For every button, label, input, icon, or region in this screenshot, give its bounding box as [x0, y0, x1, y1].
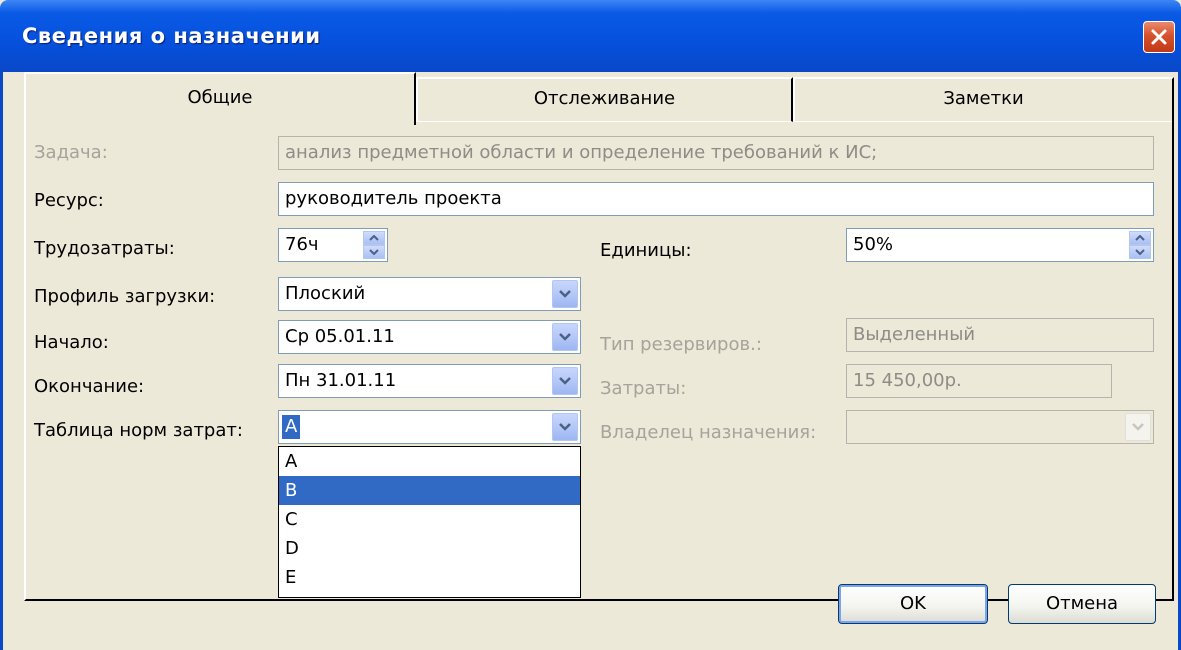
- dropdown-option-a[interactable]: A: [279, 447, 580, 476]
- chevron-down-icon: [559, 423, 571, 431]
- contour-select[interactable]: Плоский: [278, 277, 581, 311]
- dropdown-option-e[interactable]: E: [279, 563, 580, 592]
- owner-select: [846, 410, 1154, 444]
- cost-rate-table-select[interactable]: A: [278, 410, 581, 444]
- units-stepper[interactable]: 50%: [846, 228, 1154, 262]
- owner-label: Владелец назначения:: [600, 422, 817, 443]
- ok-button[interactable]: OK: [838, 584, 988, 624]
- chevron-down-icon: [559, 333, 571, 341]
- work-value: 76ч: [285, 234, 319, 255]
- units-value: 50%: [853, 234, 894, 255]
- contour-value: Плоский: [285, 283, 366, 304]
- cost-field: 15 450,00р.: [846, 364, 1112, 398]
- cost-rate-table-value: A: [282, 415, 301, 439]
- cost-rate-table-label: Таблица норм затрат:: [34, 420, 243, 441]
- task-field: анализ предметной области и определение …: [278, 136, 1154, 170]
- tab-general[interactable]: Общие: [24, 72, 416, 125]
- resource-field[interactable]: руководитель проекта: [278, 182, 1154, 216]
- spin-up-icon[interactable]: [1129, 231, 1151, 245]
- start-date-select[interactable]: Ср 05.01.11: [278, 320, 581, 354]
- cancel-button[interactable]: Отмена: [1008, 584, 1156, 624]
- units-spin-buttons[interactable]: [1129, 231, 1151, 259]
- finish-value: Пн 31.01.11: [285, 370, 397, 391]
- contour-label: Профиль загрузки:: [34, 286, 216, 307]
- tab-notes[interactable]: Заметки: [793, 77, 1174, 122]
- tab-tracking[interactable]: Отслеживание: [416, 77, 793, 122]
- units-label: Единицы:: [600, 240, 692, 261]
- cost-rate-table-dropdown-button[interactable]: [552, 413, 578, 441]
- start-label: Начало:: [34, 332, 109, 353]
- finish-date-select[interactable]: Пн 31.01.11: [278, 364, 581, 398]
- chevron-down-icon: [559, 290, 571, 298]
- task-label: Задача:: [34, 142, 108, 163]
- booking-type-field: Выделенный: [846, 318, 1154, 352]
- owner-dropdown-button: [1125, 413, 1151, 441]
- close-icon: [1151, 29, 1167, 45]
- dropdown-option-c[interactable]: C: [279, 505, 580, 534]
- dropdown-option-b[interactable]: B: [279, 476, 580, 505]
- title-bar: Сведения о назначении: [0, 0, 1181, 72]
- work-label: Трудозатраты:: [34, 238, 175, 259]
- contour-dropdown-button[interactable]: [552, 280, 578, 308]
- chevron-down-icon: [1132, 423, 1144, 431]
- close-button[interactable]: [1143, 21, 1175, 53]
- finish-dropdown-button[interactable]: [552, 367, 578, 395]
- start-value: Ср 05.01.11: [285, 326, 395, 347]
- cost-rate-table-dropdown-list: A B C D E: [278, 446, 581, 598]
- cost-label: Затраты:: [600, 378, 687, 399]
- start-dropdown-button[interactable]: [552, 323, 578, 351]
- spin-down-icon[interactable]: [1129, 245, 1151, 259]
- dropdown-option-d[interactable]: D: [279, 534, 580, 563]
- finish-label: Окончание:: [34, 376, 145, 397]
- work-spin-buttons[interactable]: [363, 231, 385, 259]
- work-stepper[interactable]: 76ч: [278, 228, 388, 262]
- booking-type-label: Тип резервиров.:: [600, 334, 762, 355]
- window-title: Сведения о назначении: [22, 24, 321, 48]
- spin-down-icon[interactable]: [363, 245, 385, 259]
- chevron-down-icon: [559, 377, 571, 385]
- resource-label: Ресурс:: [34, 190, 104, 211]
- spin-up-icon[interactable]: [363, 231, 385, 245]
